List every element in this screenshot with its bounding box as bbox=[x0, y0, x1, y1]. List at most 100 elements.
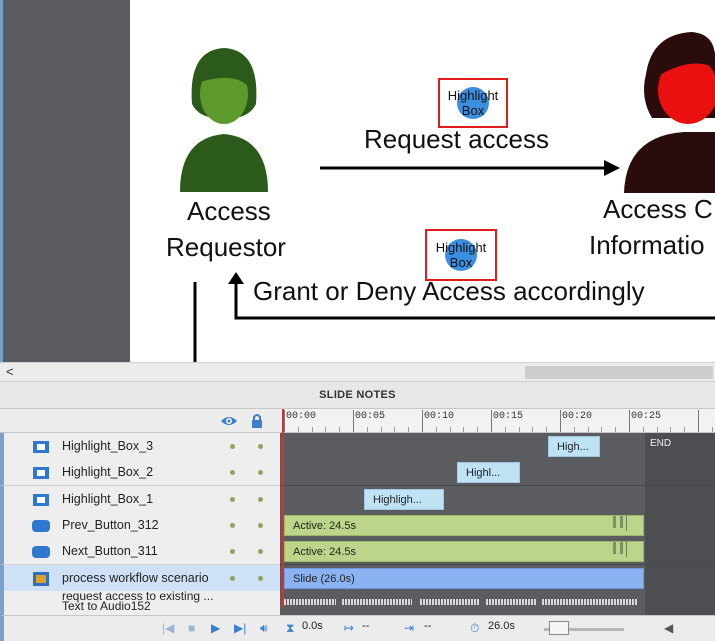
highlight-box-icon bbox=[33, 441, 49, 453]
layer-name: process workflow scenario bbox=[62, 571, 209, 585]
ruler-minor-tick bbox=[532, 427, 533, 432]
visibility-toggle[interactable] bbox=[230, 444, 235, 449]
ruler-major-tick bbox=[491, 410, 492, 432]
slide-notes-header[interactable]: SLIDE NOTES bbox=[0, 382, 715, 409]
eye-icon[interactable] bbox=[220, 413, 238, 429]
end-time: -- bbox=[424, 620, 432, 632]
horizontal-scrollbar[interactable]: < bbox=[0, 362, 715, 382]
visibility-toggle[interactable] bbox=[230, 549, 235, 554]
time-ruler[interactable]: 00:00 00:05 00:10 00:15 00:20 00:25 bbox=[280, 409, 715, 433]
request-access-label: Request access bbox=[364, 124, 549, 154]
ruler-label: 00:00 bbox=[286, 411, 317, 422]
audio-waveform-track[interactable] bbox=[280, 591, 645, 615]
active-clip[interactable]: Active: 24.5s bbox=[284, 515, 644, 536]
ruler-minor-tick bbox=[298, 427, 299, 432]
start-time: -- bbox=[362, 620, 370, 632]
ruler-minor-tick bbox=[712, 427, 713, 432]
zoom-slider-thumb[interactable] bbox=[549, 621, 569, 635]
layer-row[interactable]: Prev_Button_312 bbox=[0, 512, 280, 539]
scroll-left-arrow[interactable]: < bbox=[6, 364, 14, 379]
timeline-toolbar: |◀ ■ ▶ ▶| 🔊︎ ⧗ 0.0s ↦ -- ⇥ -- ⏱︎ 26.0s ◀ bbox=[0, 615, 715, 641]
layer-row[interactable]: Highlight_Box_3 bbox=[0, 433, 280, 460]
end-marker-label: END bbox=[650, 438, 672, 449]
ruler-minor-tick bbox=[574, 427, 575, 432]
layer-row[interactable]: process workflow scenario bbox=[0, 565, 280, 592]
timeline-clip[interactable]: Highligh... bbox=[364, 489, 444, 510]
track-row: Active: 24.5s bbox=[280, 512, 645, 539]
skip-to-end-icon[interactable]: ▶| bbox=[234, 621, 246, 635]
layer-row[interactable]: Highlight_Box_1 bbox=[0, 486, 280, 513]
ruler-minor-tick bbox=[601, 427, 602, 432]
ruler-major-tick bbox=[284, 410, 285, 432]
access-owner-figure bbox=[624, 32, 715, 193]
layer-row[interactable]: Highlight_Box_2 bbox=[0, 459, 280, 486]
visibility-toggle[interactable] bbox=[230, 497, 235, 502]
volume-icon[interactable]: 🔊︎ bbox=[260, 621, 268, 635]
stop-icon[interactable]: ■ bbox=[188, 621, 195, 635]
timeline-clip[interactable]: Highl... bbox=[457, 462, 520, 483]
ruler-major-tick bbox=[422, 410, 423, 432]
highlight-box-top[interactable]: Highlight Box bbox=[438, 78, 508, 128]
highlight-box-label-2: Box bbox=[461, 103, 485, 118]
access-owner-label-2: Informatio bbox=[589, 230, 705, 260]
duration-icon: ⏱︎ bbox=[470, 621, 480, 635]
highlight-box-icon bbox=[33, 494, 49, 506]
layer-name: Prev_Button_312 bbox=[62, 518, 159, 532]
ruler-minor-tick bbox=[657, 427, 658, 432]
ruler-major-tick bbox=[560, 410, 561, 432]
audio-waveform bbox=[542, 599, 638, 605]
lock-toggle[interactable] bbox=[258, 470, 263, 475]
highlight-box-bottom[interactable]: Highlight Box bbox=[425, 229, 497, 281]
visibility-toggle[interactable] bbox=[230, 523, 235, 528]
lock-toggle[interactable] bbox=[258, 523, 263, 528]
access-requestor-label-2: Requestor bbox=[166, 232, 286, 262]
track-row: High... bbox=[280, 433, 645, 460]
clip-end-line bbox=[626, 514, 627, 531]
end-zone bbox=[645, 512, 715, 539]
lock-toggle[interactable] bbox=[258, 444, 263, 449]
layer-row[interactable]: Next_Button_311 bbox=[0, 538, 280, 565]
ruler-minor-tick bbox=[615, 427, 616, 432]
audio-layer[interactable]: request access to existing ... Text to A… bbox=[0, 591, 280, 615]
access-owner-label-1: Access C bbox=[603, 194, 713, 224]
visibility-toggle[interactable] bbox=[230, 470, 235, 475]
ruler-label: 00:25 bbox=[631, 411, 662, 422]
ruler-minor-tick bbox=[450, 427, 451, 432]
end-zone bbox=[645, 486, 715, 513]
ruler-label: 00:10 bbox=[424, 411, 455, 422]
lock-toggle[interactable] bbox=[258, 497, 263, 502]
playhead[interactable] bbox=[282, 409, 284, 607]
ruler-minor-tick bbox=[643, 427, 644, 432]
start-time-icon: ↦ bbox=[344, 621, 355, 635]
lock-toggle[interactable] bbox=[258, 576, 263, 581]
scrollbar-thumb[interactable] bbox=[525, 366, 713, 379]
audio-row: request access to existing ... Text to A… bbox=[0, 591, 715, 615]
layer-name: Highlight_Box_2 bbox=[62, 465, 154, 479]
layer-name: Next_Button_311 bbox=[62, 544, 158, 558]
ruler-minor-tick bbox=[546, 427, 547, 432]
ruler-minor-tick bbox=[408, 427, 409, 432]
scroll-left-icon[interactable]: ◀ bbox=[664, 621, 673, 635]
track-row: Highligh... bbox=[280, 486, 645, 513]
end-time-icon: ⇥ bbox=[404, 621, 415, 635]
end-zone bbox=[645, 538, 715, 565]
slide-clip[interactable]: Slide (26.0s) bbox=[284, 568, 644, 589]
ruler-minor-tick bbox=[381, 427, 382, 432]
audio-sublabel: Text to Audio152 bbox=[62, 599, 151, 613]
slide-canvas[interactable]: Access Requestor Request access Grant or… bbox=[130, 0, 715, 362]
highlight-box-label-1: Highlight bbox=[447, 88, 499, 103]
visibility-toggle[interactable] bbox=[230, 576, 235, 581]
ruler-minor-tick bbox=[505, 427, 506, 432]
play-icon[interactable]: ▶ bbox=[211, 621, 220, 635]
lock-toggle[interactable] bbox=[258, 549, 263, 554]
stage-area: Access Requestor Request access Grant or… bbox=[0, 0, 715, 362]
active-clip[interactable]: Active: 24.5s bbox=[284, 541, 644, 562]
access-requestor-label-1: Access bbox=[187, 196, 271, 226]
track-row: Highl... bbox=[280, 459, 645, 486]
timeline-clip[interactable]: High... bbox=[548, 436, 600, 457]
current-time: 0.0s bbox=[302, 620, 323, 632]
ruler-minor-tick bbox=[684, 427, 685, 432]
lock-icon[interactable] bbox=[248, 413, 266, 429]
highlight-box-label-2: Box bbox=[449, 255, 473, 270]
skip-to-start-icon[interactable]: |◀ bbox=[162, 621, 174, 635]
